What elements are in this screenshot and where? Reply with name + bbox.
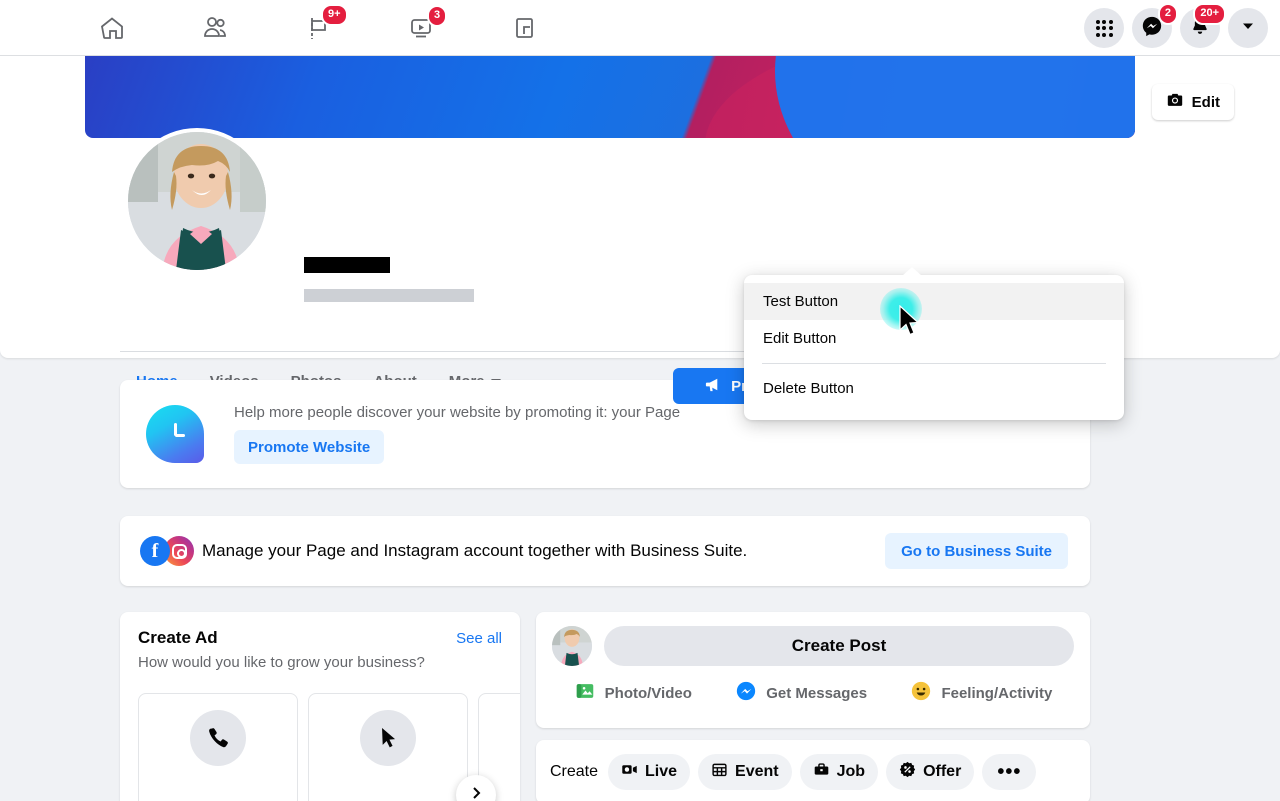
menu-grid-button[interactable] xyxy=(1084,8,1124,48)
dropdown-item-edit-button[interactable]: Edit Button xyxy=(744,320,1124,357)
cover-edit-button[interactable]: Edit xyxy=(1151,84,1234,120)
dropdown-item-test-button[interactable]: Test Button xyxy=(744,283,1124,320)
nav-badge-pages: 9+ xyxy=(321,4,348,26)
go-to-business-suite-button[interactable]: Go to Business Suite xyxy=(885,533,1068,569)
account-menu-button[interactable] xyxy=(1228,8,1268,48)
notifications-badge: 20+ xyxy=(1193,3,1226,25)
dropdown-item-delete-button[interactable]: Delete Button xyxy=(744,370,1124,407)
chevron-right-icon xyxy=(468,785,484,801)
business-suite-card: f Manage your Page and Instagram account… xyxy=(120,516,1090,586)
cover-photo[interactable] xyxy=(85,56,1135,138)
create-post-top-row: Create Post xyxy=(552,626,1074,666)
nav-right-actions: 2 20+ xyxy=(1084,0,1268,56)
camera-icon xyxy=(621,761,638,783)
create-ad-next-label: › xyxy=(0,358,1,359)
create-chip-offer[interactable]: Offer xyxy=(886,754,975,790)
megaphone-icon xyxy=(704,375,723,398)
cursor-icon xyxy=(360,710,416,766)
photo-video-action[interactable]: Photo/Video xyxy=(574,680,692,706)
create-post-button[interactable]: Create Post xyxy=(604,626,1074,666)
dropdown-item-edit-button-label: Edit Button xyxy=(763,330,837,347)
go-to-business-suite-label: Go to Business Suite xyxy=(901,542,1052,560)
photo-video-label: Photo/Video xyxy=(604,684,692,702)
feeling-activity-label: Feeling/Activity xyxy=(941,684,1053,702)
nav-badge-watch: 3 xyxy=(427,5,448,27)
notifications-button[interactable]: 20+ xyxy=(1180,3,1226,48)
business-suite-icons: f xyxy=(140,536,196,566)
create-row-label: Create xyxy=(550,763,599,780)
grid-icon xyxy=(1095,19,1113,37)
create-chip-event-label: Event xyxy=(735,763,779,780)
gaming-icon xyxy=(510,14,538,42)
cover-decoration-blue xyxy=(775,56,1135,138)
avatar[interactable] xyxy=(552,626,592,666)
create-ad-see-all-link[interactable]: See all xyxy=(456,630,502,647)
clock-pin-icon xyxy=(146,405,204,463)
home-icon xyxy=(98,14,126,42)
nav-tab-pages[interactable]: 9+ xyxy=(266,2,369,54)
smiley-icon xyxy=(910,680,932,706)
facebook-icon: f xyxy=(140,536,170,566)
nav-center-tabs: 9+ 3 xyxy=(60,0,575,56)
create-post-card: Create Post Photo/Video Get Messages Fee… xyxy=(536,612,1090,728)
camera-icon xyxy=(1166,91,1184,113)
feeling-activity-action[interactable]: Feeling/Activity xyxy=(910,680,1052,706)
create-ad-header: Create Ad See all xyxy=(138,628,502,648)
cover-edit-label: Edit xyxy=(1191,93,1220,111)
create-ad-tile-calls[interactable] xyxy=(138,693,298,801)
create-ad-tile-clicks[interactable] xyxy=(308,693,468,801)
dropdown-separator xyxy=(762,363,1106,364)
create-chip-live[interactable]: Live xyxy=(608,754,691,790)
page-name-redaction xyxy=(304,257,390,273)
button-actions-dropdown: Test Button Edit Button Delete Button xyxy=(744,267,1124,420)
page-avatar[interactable] xyxy=(124,128,270,274)
page-subtitle-redaction xyxy=(304,289,474,302)
create-post-label: Create Post xyxy=(791,636,887,655)
top-navigation-bar: 9+ 3 2 20+ xyxy=(0,0,1280,56)
dropdown-item-test-button-label: Test Button xyxy=(763,293,839,310)
promote-website-text-group: Help more people discover your website b… xyxy=(234,404,680,464)
nav-tab-friends[interactable] xyxy=(163,2,266,54)
get-messages-label: Get Messages xyxy=(766,684,868,702)
promote-website-button[interactable]: Promote Website xyxy=(234,430,385,464)
create-ad-subtitle: How would you like to grow your business… xyxy=(138,654,425,671)
messenger-badge: 2 xyxy=(1157,3,1178,25)
promote-website-text: Help more people discover your website b… xyxy=(234,404,681,421)
more-icon: ••• xyxy=(997,760,1022,783)
create-chip-more[interactable]: ••• xyxy=(982,754,1037,790)
business-suite-text: Manage your Page and Instagram account t… xyxy=(202,541,748,560)
messenger-button[interactable]: 2 xyxy=(1132,3,1178,48)
phone-icon xyxy=(190,710,246,766)
create-row-card: Create Live Event Job Offer ••• xyxy=(536,740,1090,801)
create-post-actions: Photo/Video Get Messages Feeling/Activit… xyxy=(552,680,1074,706)
nav-tab-gaming[interactable] xyxy=(472,2,575,54)
friends-icon xyxy=(201,14,229,42)
nav-tab-watch[interactable]: 3 xyxy=(369,2,472,54)
calendar-icon xyxy=(711,761,728,783)
create-ad-tiles xyxy=(138,693,520,801)
create-ad-title: Create Ad xyxy=(138,628,218,647)
tag-icon xyxy=(899,761,916,783)
dropdown-item-delete-button-label: Delete Button xyxy=(763,380,854,397)
clock-hands xyxy=(162,421,188,447)
create-chip-live-label: Live xyxy=(645,763,678,780)
create-chip-job-label: Job xyxy=(836,763,866,780)
chevron-down-icon xyxy=(1240,18,1256,39)
create-ad-card: Create Ad See all How would you like to … xyxy=(120,612,520,801)
nav-tab-home[interactable] xyxy=(60,2,163,54)
photo-icon xyxy=(574,680,596,706)
create-chip-event[interactable]: Event xyxy=(698,754,792,790)
briefcase-icon xyxy=(813,761,830,783)
create-chip-offer-label: Offer xyxy=(923,763,962,780)
messenger-icon xyxy=(735,680,757,706)
create-chip-job[interactable]: Job xyxy=(799,754,879,790)
facebook-page-screen: 9+ 3 2 20+ Edit Test Button Edit Button … xyxy=(0,0,1280,801)
promote-website-button-label: Promote Website xyxy=(248,438,371,456)
get-messages-action[interactable]: Get Messages xyxy=(735,680,867,706)
